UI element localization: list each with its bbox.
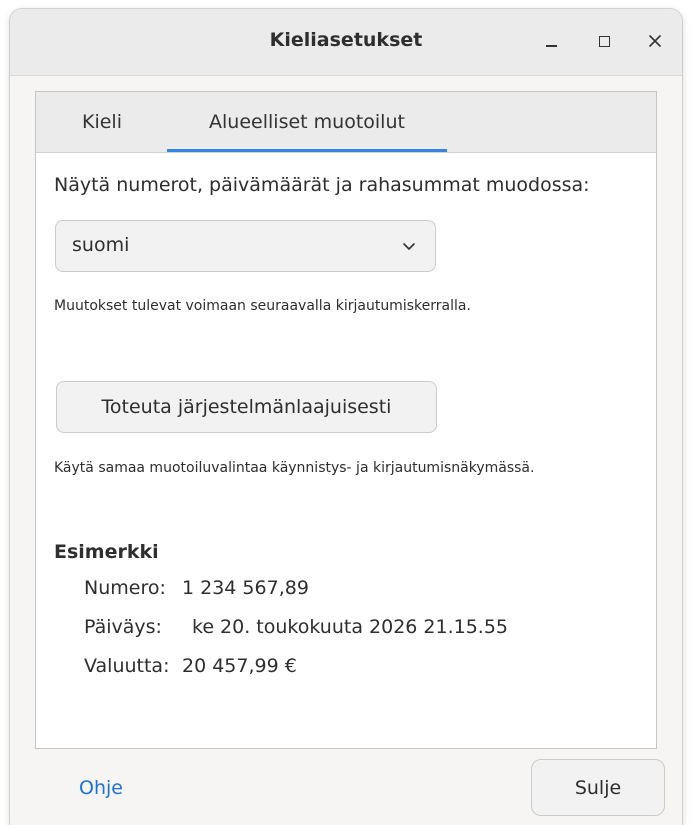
settings-notebook: Kieli Alueelliset muotoilut Näytä numero…	[35, 91, 657, 749]
minimize-icon	[545, 45, 557, 47]
close-button[interactable]: Sulje	[531, 759, 665, 816]
example-date-row: Päiväys: ke 20. toukokuuta 2026 21.15.55	[84, 616, 508, 638]
tab-regional-formats-label: Alueelliset muotoilut	[209, 111, 405, 133]
example-heading: Esimerkki	[54, 541, 159, 563]
example-date-label: Päiväys:	[84, 616, 162, 638]
minimize-button[interactable]	[537, 27, 565, 55]
example-date-value: ke 20. toukokuuta 2026 21.15.55	[192, 616, 509, 638]
example-number-value: 1 234 567,89	[182, 577, 309, 599]
formats-dropdown[interactable]: suomi	[55, 220, 436, 272]
tab-language-label: Kieli	[82, 111, 122, 133]
maximize-button[interactable]	[590, 27, 618, 55]
system-wide-note: Käytä samaa muotoiluvalintaa käynnistys-…	[54, 460, 535, 476]
maximize-icon	[598, 35, 610, 47]
tab-language[interactable]: Kieli	[52, 92, 152, 152]
window-title: Kieliasetukset	[269, 29, 423, 51]
close-button-label: Sulje	[574, 776, 622, 799]
formats-dropdown-value: suomi	[72, 234, 130, 256]
tab-regional-formats[interactable]: Alueelliset muotoilut	[166, 92, 448, 152]
login-note: Muutokset tulevat voimaan seuraavalla ki…	[54, 298, 471, 314]
example-number-label: Numero:	[84, 577, 166, 599]
active-tab-indicator	[167, 149, 447, 152]
chevron-down-icon	[403, 243, 415, 250]
example-currency-label: Valuutta:	[84, 655, 170, 677]
example-number-row: Numero: 1 234 567,89	[84, 577, 309, 599]
tab-bar: Kieli Alueelliset muotoilut	[36, 92, 656, 153]
apply-system-wide-label: Toteuta järjestelmänlaajuisesti	[101, 396, 392, 418]
close-icon	[649, 35, 661, 47]
help-link[interactable]: Ohje	[79, 777, 123, 799]
apply-system-wide-button[interactable]: Toteuta järjestelmänlaajuisesti	[56, 381, 437, 433]
language-settings-window: Kieliasetukset Kieli Alueelliset muotoil…	[10, 9, 682, 825]
example-currency-value: 20 457,99 €	[182, 655, 297, 677]
titlebar: Kieliasetukset	[10, 9, 682, 76]
close-window-button[interactable]	[641, 27, 669, 55]
formats-prompt: Näytä numerot, päivämäärät ja rahasummat…	[54, 174, 590, 196]
example-currency-row: Valuutta: 20 457,99 €	[84, 655, 297, 677]
